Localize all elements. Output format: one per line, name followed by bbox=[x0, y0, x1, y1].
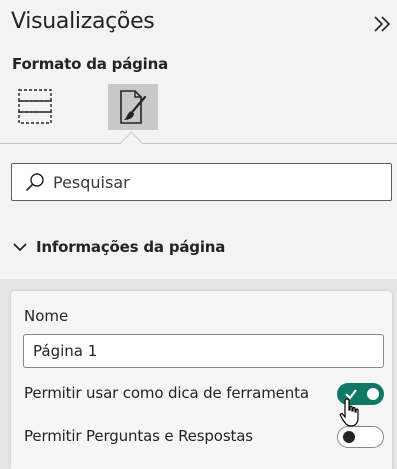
section-label: Informações da página bbox=[36, 238, 226, 256]
tooltip-toggle-label: Permitir usar como dica de ferramenta bbox=[24, 384, 309, 402]
qa-toggle-label: Permitir Perguntas e Respostas bbox=[24, 427, 253, 445]
page-name-input[interactable] bbox=[23, 334, 384, 368]
hand-pointer-icon bbox=[339, 398, 359, 427]
tab-format-page[interactable] bbox=[108, 84, 158, 130]
search-box[interactable] bbox=[11, 163, 392, 201]
section-page-information[interactable]: Informações da página bbox=[12, 238, 225, 256]
pane-subtitle: Formato da página bbox=[12, 55, 169, 73]
visual-build-icon bbox=[18, 89, 52, 124]
collapse-pane-icon[interactable] bbox=[371, 13, 393, 35]
qa-toggle[interactable] bbox=[337, 426, 384, 448]
toggle-knob bbox=[367, 388, 379, 400]
pane-title: Visualizações bbox=[11, 9, 155, 34]
tab-divider bbox=[0, 143, 397, 144]
format-page-icon bbox=[120, 90, 147, 124]
selected-tab-indicator bbox=[119, 131, 144, 156]
search-input[interactable] bbox=[53, 172, 373, 192]
name-label: Nome bbox=[24, 307, 69, 325]
tab-build-visual[interactable] bbox=[10, 84, 60, 130]
toggle-knob bbox=[343, 431, 355, 443]
chevron-down-icon bbox=[13, 243, 27, 252]
search-icon bbox=[26, 173, 44, 191]
